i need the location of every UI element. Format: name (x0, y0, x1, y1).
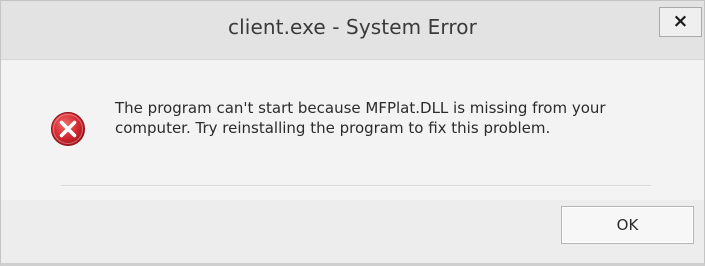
dialog-content: The program can't start because MFPlat.D… (1, 60, 704, 200)
ok-button[interactable]: OK (561, 206, 694, 244)
title-bar[interactable]: client.exe - System Error × (1, 1, 704, 60)
system-error-dialog: client.exe - System Error × The program … (0, 0, 705, 266)
window-title: client.exe - System Error (228, 15, 477, 39)
ok-button-label: OK (616, 216, 639, 234)
close-button[interactable]: × (659, 7, 702, 37)
error-message: The program can't start because MFPlat.D… (115, 99, 606, 137)
close-icon: × (672, 10, 689, 32)
error-icon (51, 112, 85, 146)
divider (61, 185, 651, 187)
